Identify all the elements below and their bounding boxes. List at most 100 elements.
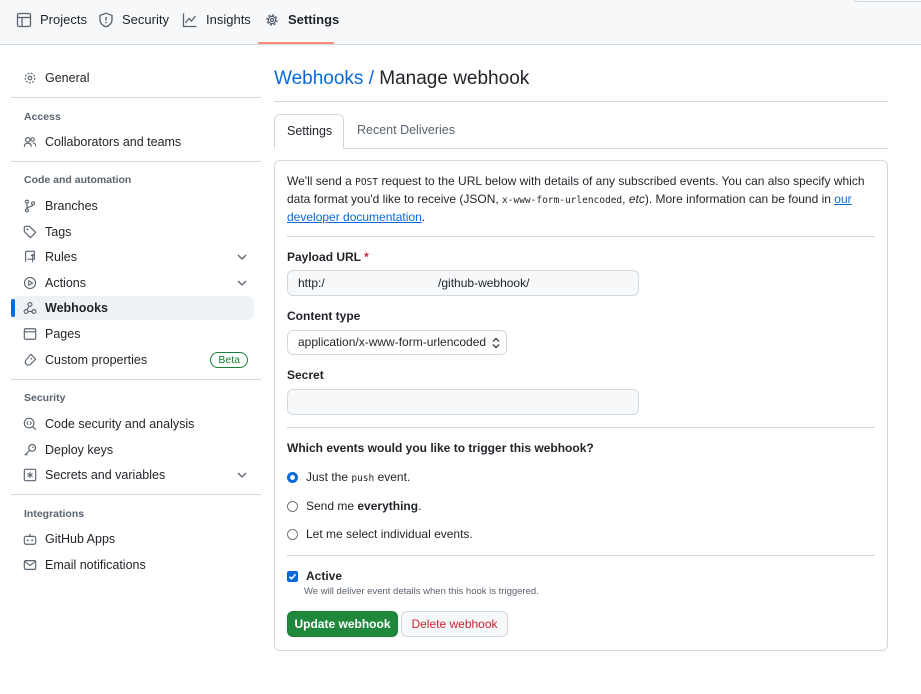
asterisk-icon — [23, 468, 37, 482]
sidebar-heading-security: Security — [24, 392, 66, 404]
tab-settings[interactable]: Settings — [256, 11, 347, 43]
delete-webhook-button[interactable]: Delete webhook — [401, 611, 508, 637]
desc-text: . — [421, 210, 426, 224]
gear-icon — [24, 72, 36, 84]
table-icon — [16, 12, 32, 28]
tab-settings-label: Settings — [288, 12, 340, 27]
note-icon — [24, 353, 37, 366]
desc-text: , — [622, 192, 629, 206]
repo-nav: Projects Security Insights Settings — [0, 0, 921, 45]
secret-input[interactable] — [287, 389, 639, 415]
people-icon — [23, 137, 37, 147]
tab-projects-label: Projects — [40, 12, 87, 27]
sidebar-item-pages[interactable]: Pages — [11, 322, 254, 346]
desc-code: x-www-form-urlencoded — [502, 195, 623, 206]
sidebar-item-label: Branches — [45, 199, 98, 213]
sidebar-item-custom-properties[interactable]: Custom properties Beta — [11, 348, 254, 372]
sidebar-divider — [11, 494, 261, 495]
payload-url-label-text: Payload URL — [287, 250, 361, 264]
sidebar-heading-integrations: Integrations — [24, 508, 85, 520]
sidebar-divider — [11, 161, 261, 162]
codescan-icon — [23, 417, 37, 431]
option-text: event. — [374, 470, 411, 484]
content-type-value: application/x-www-form-urlencoded — [298, 335, 487, 349]
browser-icon — [23, 328, 37, 340]
sidebar-item-label: Rules — [45, 250, 77, 264]
chevron-down-icon[interactable] — [236, 277, 248, 289]
sidebar-item-label: Collaborators and teams — [45, 135, 182, 149]
events-question: Which events would you like to trigger t… — [287, 441, 594, 455]
tab-settings-form[interactable]: Settings — [274, 114, 344, 149]
option-text-bold: everything — [357, 499, 419, 513]
sidebar-item-label: General — [45, 71, 90, 85]
active-label: Active — [306, 569, 343, 583]
page-title-text: Manage webhook — [379, 68, 530, 89]
beta-badge: Beta — [210, 352, 248, 368]
sidebar-item-label: Email notifications — [45, 558, 146, 572]
sidebar-item-secrets[interactable]: Secrets and variables — [11, 463, 254, 487]
sidebar-item-github-apps[interactable]: GitHub Apps — [11, 527, 254, 551]
play-icon — [23, 276, 37, 290]
webhook-icon — [23, 302, 37, 314]
sidebar-item-label: Tags — [45, 225, 72, 239]
option-text: Send me — [306, 499, 358, 513]
option-code: push — [351, 473, 375, 484]
title-divider — [274, 101, 888, 102]
sidebar-item-actions[interactable]: Actions — [11, 271, 254, 295]
tab-projects[interactable]: Projects — [8, 11, 95, 43]
chevron-down-icon[interactable] — [236, 251, 248, 263]
sidebar-item-rules[interactable]: Rules — [11, 245, 254, 269]
sidebar-item-email-notifications[interactable]: Email notifications — [11, 553, 254, 577]
branch-icon — [24, 199, 36, 213]
breadcrumb-webhooks[interactable]: Webhooks / — [274, 68, 374, 89]
desc-text: We'll send a — [287, 174, 356, 188]
sidebar-item-label: Webhooks — [45, 301, 108, 315]
apps-icon — [23, 533, 37, 545]
sidebar-item-branches[interactable]: Branches — [11, 194, 254, 218]
required-mark: * — [364, 250, 369, 264]
sidebar-item-label: Pages — [45, 327, 81, 341]
update-webhook-button[interactable]: Update webhook — [287, 611, 398, 637]
sidebar-item-label: Deploy keys — [45, 443, 114, 457]
sidebar-item-collaborators[interactable]: Collaborators and teams — [11, 130, 254, 154]
radio-everything[interactable] — [287, 500, 298, 512]
active-checkbox[interactable] — [287, 571, 298, 582]
event-option-label: Let me select individual events. — [306, 527, 473, 541]
tab-security[interactable]: Security — [90, 11, 177, 43]
repo-push-icon — [25, 250, 35, 263]
form-divider — [287, 427, 875, 428]
payload-url-input[interactable] — [287, 270, 639, 296]
sidebar-item-webhooks[interactable]: Webhooks — [11, 296, 254, 320]
desc-text: ). More information can be found in — [644, 192, 835, 206]
event-option-everything[interactable]: Send me everything. — [287, 498, 421, 514]
tab-insights[interactable]: Insights — [174, 11, 259, 43]
webhook-description: We'll send a POST request to the URL bel… — [287, 173, 877, 226]
payload-url-label: Payload URL * — [287, 250, 369, 264]
event-option-label: Send me everything. — [306, 499, 421, 513]
sidebar-item-tags[interactable]: Tags — [11, 220, 254, 244]
sidebar-divider — [11, 379, 261, 380]
page-title: Webhooks / Manage webhook — [274, 66, 529, 92]
graph-icon — [182, 13, 197, 28]
active-checkbox-row[interactable]: Active — [287, 569, 342, 583]
event-option-individual[interactable]: Let me select individual events. — [287, 526, 473, 542]
sidebar-heading-access: Access — [24, 111, 61, 123]
check-icon — [288, 573, 297, 580]
sidebar-item-label: Custom properties — [45, 353, 148, 367]
sidebar-item-deploy-keys[interactable]: Deploy keys — [11, 438, 254, 462]
event-option-push[interactable]: Just the push event. — [287, 469, 410, 485]
selected-tab-indicator — [258, 42, 334, 44]
content-type-select[interactable]: application/x-www-form-urlencoded — [287, 330, 507, 355]
radio-push[interactable] — [287, 471, 298, 483]
sidebar-item-code-security[interactable]: Code security and analysis — [11, 412, 254, 436]
radio-individual[interactable] — [287, 528, 298, 540]
desc-text: etc — [628, 192, 645, 206]
secret-label: Secret — [287, 368, 324, 382]
sidebar-item-general[interactable]: General — [11, 66, 254, 90]
tab-recent-deliveries[interactable]: Recent Deliveries — [345, 114, 467, 149]
form-divider — [287, 236, 875, 237]
tag-icon — [23, 225, 37, 239]
desc-code: POST — [355, 177, 378, 188]
chevron-down-icon[interactable] — [236, 469, 248, 481]
sidebar-item-label: GitHub Apps — [45, 532, 116, 546]
